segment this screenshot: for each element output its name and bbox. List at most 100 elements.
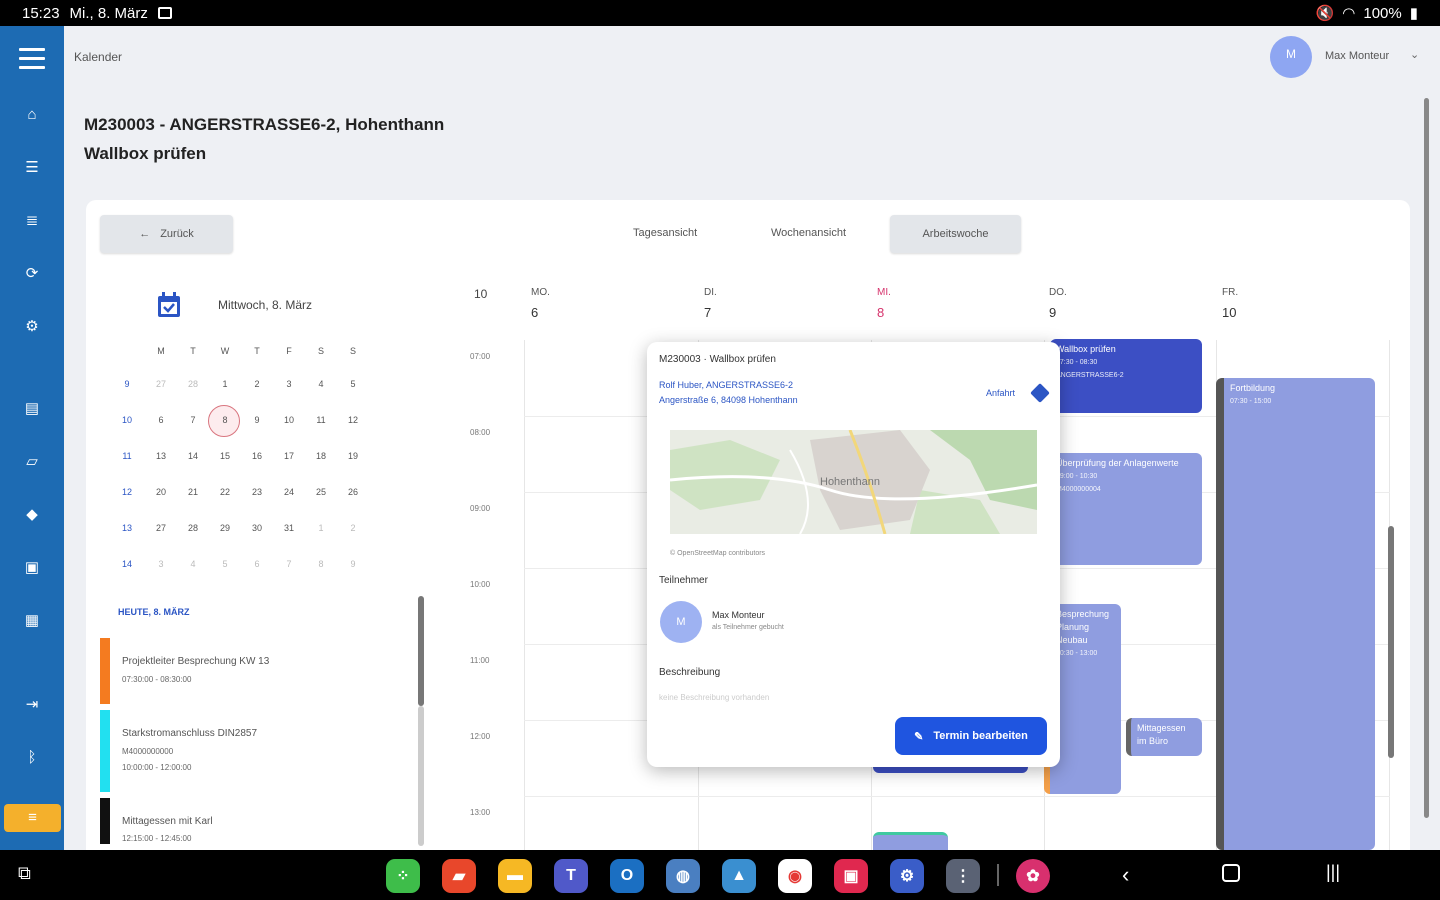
logout-icon[interactable]: ⇥ xyxy=(22,696,42,714)
calendar-day[interactable]: 4 xyxy=(306,379,336,389)
calendar-day[interactable]: 13 xyxy=(146,451,176,461)
week-number[interactable]: 13 xyxy=(112,523,142,533)
bluetooth-icon[interactable]: ᛒ xyxy=(22,749,42,767)
menu-icon[interactable] xyxy=(19,48,45,75)
calendar-event[interactable]: Überprüfung der Anlagenwerte 09:00 - 10:… xyxy=(1050,453,1202,565)
calendar-day[interactable]: 25 xyxy=(306,487,336,497)
tag-icon[interactable]: ◆ xyxy=(22,506,42,524)
calendar-day[interactable]: 2 xyxy=(242,379,272,389)
calendar-day[interactable]: 4 xyxy=(178,559,208,569)
calendar-day[interactable]: 7 xyxy=(274,559,304,569)
calendar-day[interactable]: 24 xyxy=(274,487,304,497)
week-number[interactable]: 9 xyxy=(112,379,142,389)
week-number[interactable]: 11 xyxy=(112,451,142,461)
camera-app-icon[interactable]: ▣ xyxy=(834,859,868,893)
calendar-event[interactable]: Mittagessen im Büro xyxy=(1126,718,1202,756)
calendar-day[interactable]: 19 xyxy=(338,451,368,461)
flower-app-icon[interactable]: ✿ xyxy=(1016,859,1050,893)
customer-link[interactable]: Rolf Huber, ANGERSTRASSE6-2 xyxy=(659,380,793,390)
tab-work-week[interactable]: Arbeitswoche xyxy=(890,215,1021,253)
calendar-event[interactable]: Fortbildung 07:30 - 15:00 xyxy=(1216,378,1375,850)
calendar-day[interactable]: 14 xyxy=(178,451,208,461)
chrome-app-icon[interactable]: ◉ xyxy=(778,859,812,893)
user-name[interactable]: Max Monteur xyxy=(1325,50,1389,62)
calendar-day[interactable]: 5 xyxy=(338,379,368,389)
address-link[interactable]: Angerstraße 6, 84098 Hohenthann xyxy=(659,395,798,405)
day-header-tue[interactable]: DI. 7 xyxy=(704,287,717,320)
calendar-day[interactable]: 27 xyxy=(146,379,176,389)
calendar-day[interactable]: 23 xyxy=(242,487,272,497)
notes-app-icon[interactable]: ▰ xyxy=(442,859,476,893)
calendar-day[interactable]: 30 xyxy=(242,523,272,533)
edit-appointment-button[interactable]: ✎ Termin bearbeiten xyxy=(895,717,1047,755)
calendar-day[interactable]: 10 xyxy=(274,415,304,425)
calendar-day[interactable]: 3 xyxy=(146,559,176,569)
calendar-day[interactable]: 17 xyxy=(274,451,304,461)
tab-day-view[interactable]: Tagesansicht xyxy=(633,227,697,239)
screen-mirror-icon[interactable]: ⧉ xyxy=(18,863,31,884)
folder-icon[interactable]: ▱ xyxy=(22,453,42,471)
day-header-fri[interactable]: FR. 10 xyxy=(1222,287,1238,320)
page-scrollbar[interactable] xyxy=(1424,98,1429,818)
route-link[interactable]: Anfahrt xyxy=(986,388,1015,398)
calendar-day[interactable]: 6 xyxy=(242,559,272,569)
location-map[interactable]: Hohenthann xyxy=(670,430,1037,534)
day-header-mon[interactable]: MO. 6 xyxy=(531,287,550,320)
list-icon[interactable]: ☰ xyxy=(22,159,42,177)
week-number[interactable]: 14 xyxy=(112,559,142,569)
calendar-day[interactable]: 6 xyxy=(146,415,176,425)
home-nav-icon[interactable] xyxy=(1222,864,1240,882)
calendar-day[interactable]: 1 xyxy=(306,523,336,533)
calendar-day[interactable]: 20 xyxy=(146,487,176,497)
tab-week-view[interactable]: Wochenansicht xyxy=(771,227,846,239)
avatar[interactable]: M xyxy=(1270,36,1312,78)
sync-icon[interactable]: ⟳ xyxy=(22,265,42,283)
browser-app-icon[interactable]: ◍ xyxy=(666,859,700,893)
list-item[interactable]: Starkstromanschluss DIN2857 M4000000000 … xyxy=(100,710,400,792)
calendar-day[interactable]: 26 xyxy=(338,487,368,497)
calendar-day[interactable]: 31 xyxy=(274,523,304,533)
day-header-wed[interactable]: MI. 8 xyxy=(877,287,891,320)
week-number[interactable]: 12 xyxy=(112,487,142,497)
calendar-day[interactable]: 9 xyxy=(338,559,368,569)
calendar-day[interactable]: 7 xyxy=(178,415,208,425)
calendar-day[interactable]: 8 xyxy=(306,559,336,569)
calendar-day[interactable]: 22 xyxy=(210,487,240,497)
back-button[interactable]: ← Zurück xyxy=(100,215,233,253)
calendar-day[interactable]: 21 xyxy=(178,487,208,497)
settings-icon[interactable]: ⚙ xyxy=(22,318,42,336)
chevron-down-icon[interactable]: ⌄ xyxy=(1410,48,1419,61)
settings-app-icon[interactable]: ⚙ xyxy=(890,859,924,893)
outlook-app-icon[interactable]: O xyxy=(610,859,644,893)
all-apps-icon[interactable]: ⋮ xyxy=(946,859,980,893)
calendar-event[interactable] xyxy=(873,832,948,850)
calendar-day[interactable]: 11 xyxy=(306,415,336,425)
calendar-day[interactable]: 5 xyxy=(210,559,240,569)
active-module-icon[interactable]: ≡ xyxy=(4,804,61,832)
calendar-day[interactable]: 16 xyxy=(242,451,272,461)
calendar-day[interactable]: 18 xyxy=(306,451,336,461)
recents-nav-icon[interactable]: ||| xyxy=(1326,862,1340,883)
calendar-day[interactable]: 8 xyxy=(210,415,240,425)
calendar-day[interactable]: 12 xyxy=(338,415,368,425)
grid-scrollbar[interactable] xyxy=(1388,526,1394,758)
week-number[interactable]: 10 xyxy=(112,415,142,425)
calendar-day[interactable]: 28 xyxy=(178,523,208,533)
files-app-icon[interactable]: ▬ xyxy=(498,859,532,893)
list-scrollbar[interactable] xyxy=(418,596,424,706)
list-item[interactable]: Mittagessen mit Karl 12:15:00 - 12:45:00 xyxy=(100,798,400,844)
clipboard-icon[interactable]: ▣ xyxy=(22,559,42,577)
calendar-day[interactable]: 9 xyxy=(242,415,272,425)
photos-app-icon[interactable]: ▲ xyxy=(722,859,756,893)
home-icon[interactable]: ⌂ xyxy=(22,106,42,124)
back-nav-icon[interactable]: ‹ xyxy=(1122,862,1129,888)
app-grid-icon[interactable]: ⁘ xyxy=(386,859,420,893)
calendar-day[interactable]: 15 xyxy=(210,451,240,461)
calendar-event[interactable]: Wallbox prüfen 07:30 - 08:30 ANGERSTRASS… xyxy=(1050,339,1202,413)
day-header-thu[interactable]: DO. 9 xyxy=(1049,287,1067,320)
list-item[interactable]: Projektleiter Besprechung KW 13 07:30:00… xyxy=(100,638,400,704)
checklist-icon[interactable]: ≣ xyxy=(22,212,42,230)
directions-icon[interactable] xyxy=(1030,383,1050,403)
calendar-day[interactable]: 27 xyxy=(146,523,176,533)
calendar-day[interactable]: 2 xyxy=(338,523,368,533)
